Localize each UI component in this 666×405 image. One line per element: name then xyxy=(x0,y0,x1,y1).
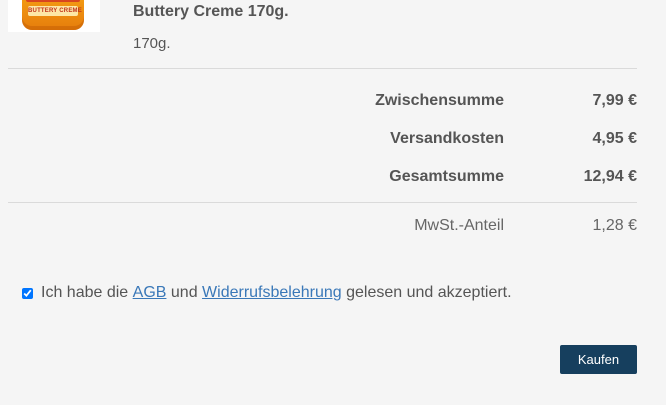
shipping-row: Versandkosten 4,95 € xyxy=(0,130,666,152)
agb-link[interactable]: AGB xyxy=(133,284,167,302)
subtotal-label: Zwischensumme xyxy=(375,92,504,109)
product-name[interactable]: Buttery Creme 170g. xyxy=(133,3,289,21)
tax-row: MwSt.-Anteil 1,28 € xyxy=(0,217,666,239)
total-value: 12,94 € xyxy=(583,168,637,185)
terms-text-after: gelesen und akzeptiert. xyxy=(346,284,512,301)
tax-label: MwSt.-Anteil xyxy=(414,217,504,234)
terms-text-before: Ich habe die xyxy=(41,284,129,301)
divider-bottom xyxy=(8,202,637,203)
subtotal-row: Zwischensumme 7,99 € xyxy=(0,92,666,114)
jar-illustration: BUTTERY CREME xyxy=(22,0,84,30)
terms-agreement: Ich habe die AGB und Widerrufsbelehrung … xyxy=(22,283,512,303)
divider-top xyxy=(8,68,637,69)
tax-value: 1,28 € xyxy=(592,217,637,234)
subtotal-value: 7,99 € xyxy=(592,92,637,109)
jar-label: BUTTERY CREME xyxy=(28,6,82,16)
total-label: Gesamtsumme xyxy=(389,168,504,185)
product-row: BUTTERY CREME Buttery Creme 170g. 170g. xyxy=(0,0,666,68)
product-image[interactable]: BUTTERY CREME xyxy=(8,0,100,32)
revocation-link[interactable]: Widerrufsbelehrung xyxy=(202,284,342,302)
terms-checkbox[interactable] xyxy=(22,287,33,299)
jar-band xyxy=(26,0,80,2)
shipping-value: 4,95 € xyxy=(592,130,637,147)
product-variant: 170g. xyxy=(133,35,171,52)
shipping-label: Versandkosten xyxy=(390,130,504,147)
buy-button[interactable]: Kaufen xyxy=(560,345,637,374)
total-row: Gesamtsumme 12,94 € xyxy=(0,168,666,190)
terms-text-middle: und xyxy=(170,284,198,301)
